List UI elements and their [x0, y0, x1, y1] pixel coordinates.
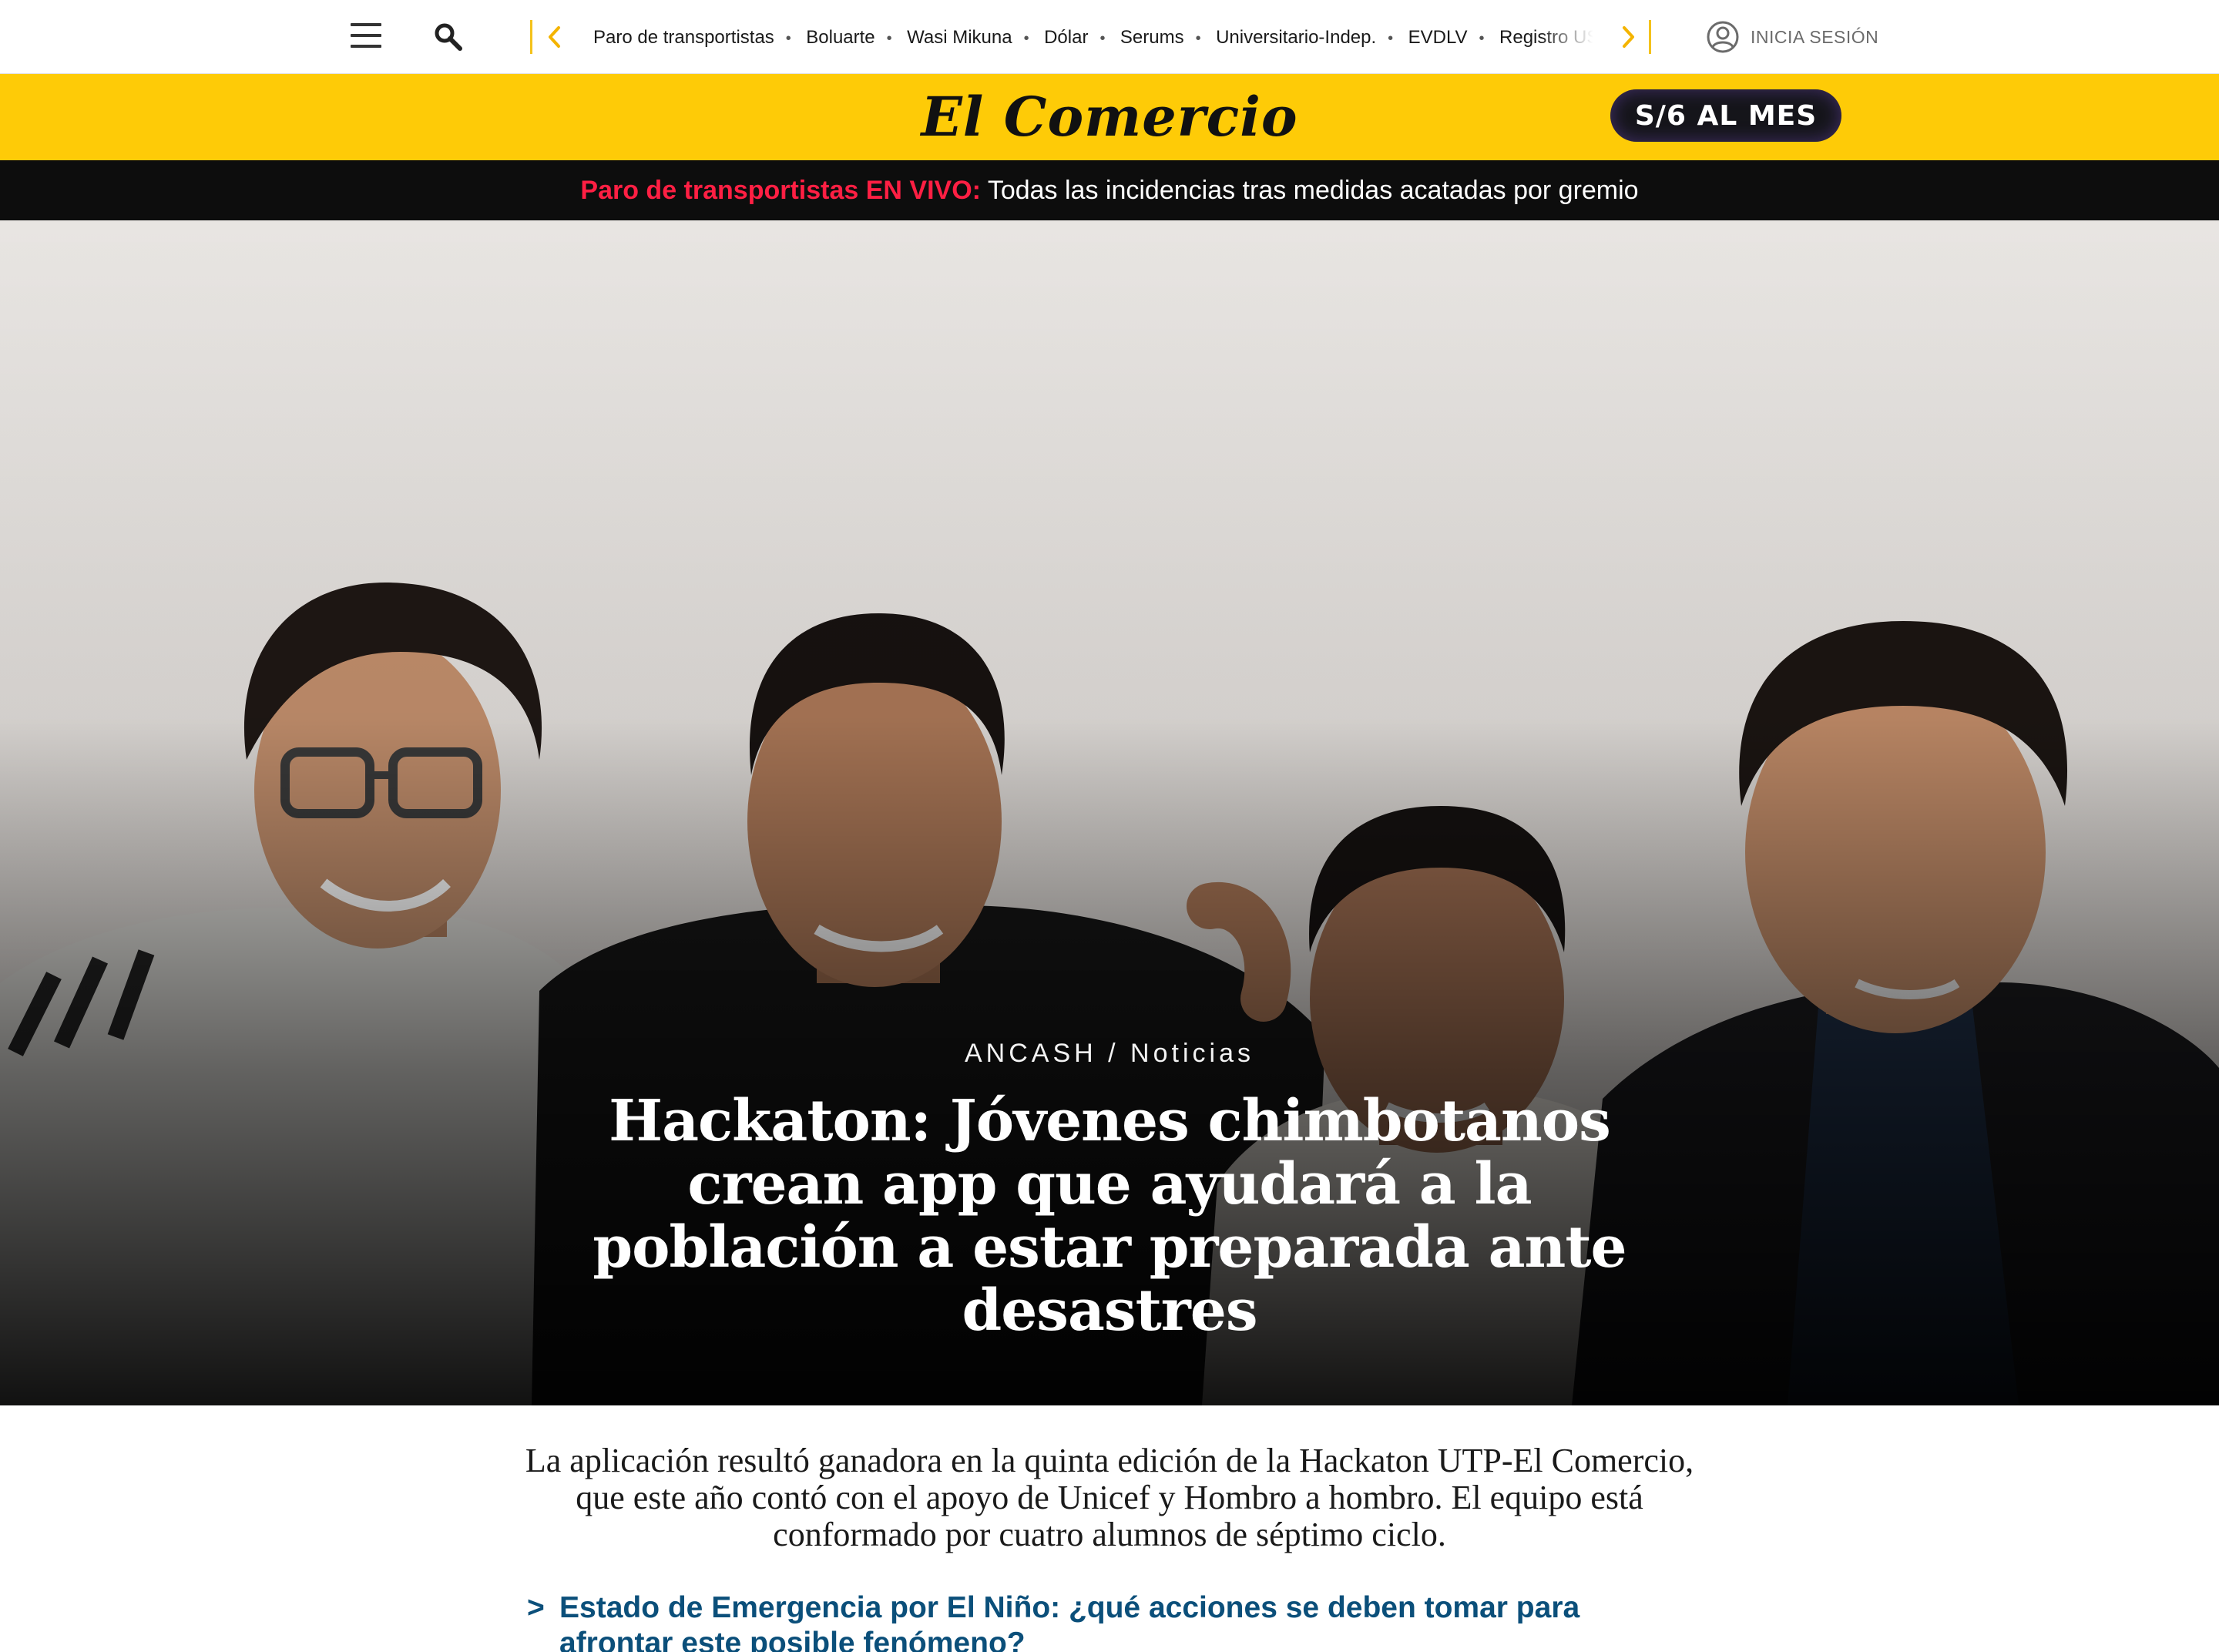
article-title: Hackaton: Jóvenes chimbotanos crean app …: [593, 1088, 1626, 1344]
section-separator: /: [1096, 1039, 1131, 1068]
hero-section: ANCASH / Noticias Hackaton: Jóvenes chim…: [0, 220, 2219, 1405]
topic-link[interactable]: EVDLV: [1408, 0, 1468, 73]
topic-link[interactable]: Serums: [1120, 0, 1184, 73]
topic-link[interactable]: Universitario-Indep.: [1216, 0, 1376, 73]
site-logo[interactable]: El Comercio: [917, 80, 1302, 154]
article-section: ANCASH / Noticias: [0, 1039, 2219, 1069]
topic-link[interactable]: Wasi Mikuna: [907, 0, 1012, 73]
chevron-right-icon[interactable]: [1616, 23, 1640, 51]
nav-divider: [1649, 20, 1651, 54]
top-navigation: Paro de transportistas • Boluarte • Wasi M…: [0, 0, 2219, 74]
brand-bar: El Comercio S/6 AL MES: [0, 74, 2219, 160]
hamburger-icon[interactable]: [351, 23, 381, 49]
related-article-text: Estado de Emergencia por El Niño: ¿qué a…: [559, 1591, 1580, 1652]
topic-link[interactable]: Dólar: [1044, 0, 1088, 73]
login-label: INICIA SESIÓN: [1751, 26, 1879, 47]
separator: •: [886, 30, 892, 47]
breaking-tag: Paro de transportistas EN VIVO:: [580, 176, 981, 205]
topic-link[interactable]: Boluarte: [806, 0, 875, 73]
related-article-link[interactable]: > Estado de Emergencia por El Niño: ¿qué…: [527, 1590, 1690, 1652]
nav-divider: [530, 20, 532, 54]
trending-topics: Paro de transportistas • Boluarte • Wasi M…: [593, 0, 1610, 73]
separator: •: [1023, 30, 1029, 47]
separator: •: [785, 30, 791, 47]
login-button[interactable]: INICIA SESIÓN: [1706, 19, 1878, 55]
breaking-news-bar[interactable]: Paro de transportistas EN VIVO: Todas la…: [0, 160, 2219, 220]
topic-link[interactable]: Paro de transportistas: [593, 0, 774, 73]
separator: •: [1195, 30, 1201, 47]
subsection-link[interactable]: Noticias: [1130, 1039, 1254, 1068]
section-link[interactable]: ANCASH: [965, 1039, 1097, 1068]
topics-fade: [1541, 0, 1610, 73]
chevron-left-icon[interactable]: [543, 23, 566, 51]
separator: •: [1099, 30, 1106, 47]
user-circle-icon: [1707, 21, 1739, 53]
subscription-promo-button[interactable]: S/6 AL MES: [1610, 89, 1841, 142]
separator: •: [1388, 30, 1394, 47]
promo-label: S/6 AL MES: [1634, 99, 1818, 132]
separator: •: [1479, 30, 1485, 47]
chevron-right-icon: >: [527, 1591, 545, 1624]
article-subheadline: La aplicación resultó ganadora en la qui…: [525, 1442, 1694, 1553]
breaking-headline: Todas las incidencias tras medidas acata…: [980, 176, 1639, 205]
search-icon[interactable]: [433, 22, 464, 52]
